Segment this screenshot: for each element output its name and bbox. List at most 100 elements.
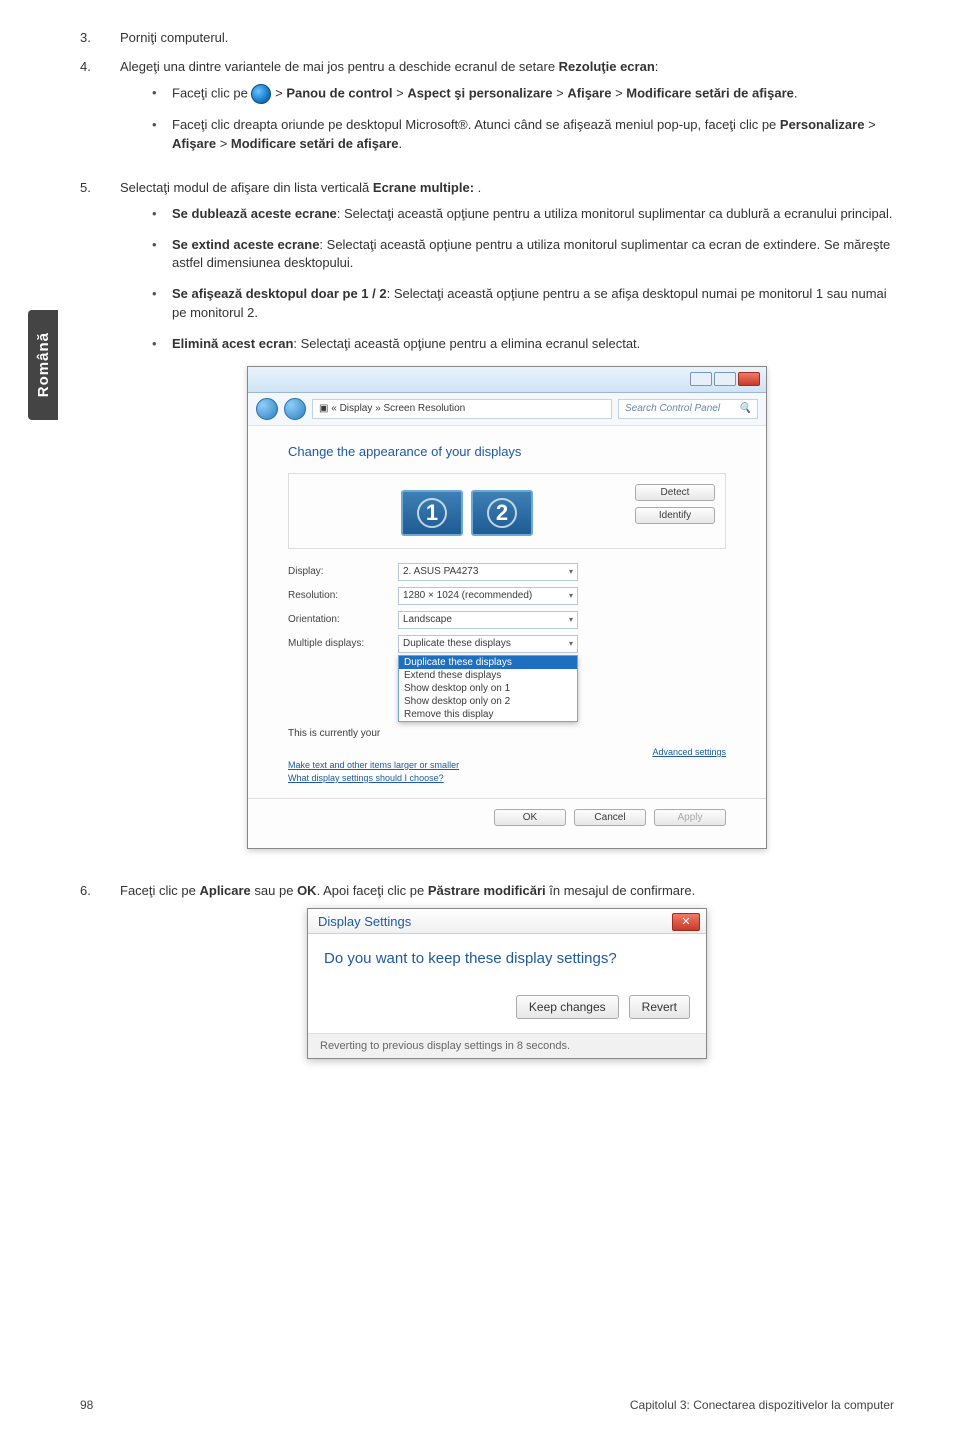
row-resolution: Resolution:1280 × 1024 (recommended)▾ xyxy=(288,587,726,605)
b1-s2: Aspect şi personalizare xyxy=(407,85,552,100)
select-orientation[interactable]: Landscape▾ xyxy=(398,611,578,629)
step-3: 3. Porniţi computerul. xyxy=(80,30,894,45)
page-footer: 98 Capitolul 3: Conectarea dispozitivelo… xyxy=(80,1398,894,1412)
dd-opt-duplicate[interactable]: Duplicate these displays xyxy=(399,656,577,669)
step-5-text-b: . xyxy=(474,180,481,195)
keep-changes-button[interactable]: Keep changes xyxy=(516,995,619,1019)
b1-s3: Afişare xyxy=(567,85,611,100)
forward-button[interactable] xyxy=(284,398,306,420)
b2-dot: . xyxy=(399,136,403,151)
s6-s1: Aplicare xyxy=(199,883,250,898)
dialog-body: Do you want to keep these display settin… xyxy=(308,934,706,1033)
b1-a: Faceţi clic pe xyxy=(172,85,251,100)
step-4-bullet-1: Faceţi clic pe > Panou de control > Aspe… xyxy=(150,84,894,104)
text-size-link[interactable]: Make text and other items larger or smal… xyxy=(288,760,459,770)
dd-opt-remove[interactable]: Remove this display xyxy=(399,708,577,721)
dd-opt-only-2[interactable]: Show desktop only on 2 xyxy=(399,695,577,708)
step-5-body: Selectaţi modul de afişare din lista ver… xyxy=(120,180,894,869)
lbl-display: Display: xyxy=(288,566,398,577)
screen-resolution-window: ▣ « Display » Screen Resolution Search C… xyxy=(247,366,767,849)
s6-s3: Păstrare modificări xyxy=(428,883,546,898)
row-multiple-displays: Multiple displays:Duplicate these displa… xyxy=(288,635,726,653)
val-multiple-displays: Duplicate these displays xyxy=(403,638,511,649)
detect-button[interactable]: Detect xyxy=(635,484,715,501)
select-resolution[interactable]: 1280 × 1024 (recommended) ▾ xyxy=(398,587,578,605)
step-4: 4. Alegeţi una dintre variantele de mai … xyxy=(80,59,894,166)
s5b4-s: Elimină acest ecran xyxy=(172,336,293,351)
main-display-note: This is currently your xyxy=(288,728,726,739)
search-input[interactable]: Search Control Panel🔍 xyxy=(618,399,758,419)
advanced-settings-link[interactable]: Advanced settings xyxy=(652,747,726,757)
step-6-body: Faceţi clic pe Aplicare sau pe OK. Apoi … xyxy=(120,883,894,1069)
s6-c: . Apoi faceţi clic pe xyxy=(317,883,428,898)
s5b4-t: : Selectaţi această opţiune pentru a eli… xyxy=(293,336,640,351)
s6-a: Faceţi clic pe xyxy=(120,883,199,898)
b2-gt2: > xyxy=(216,136,231,151)
b2-gt1: > xyxy=(864,117,875,132)
val-resolution: 1280 × 1024 (recommended) xyxy=(403,590,532,601)
s6-s2: OK xyxy=(297,883,317,898)
step-6-number: 6. xyxy=(80,883,120,1069)
address-bar: ▣ « Display » Screen Resolution Search C… xyxy=(248,393,766,426)
identify-button[interactable]: Identify xyxy=(635,507,715,524)
b1-dot: . xyxy=(794,85,798,100)
dd-opt-extend[interactable]: Extend these displays xyxy=(399,669,577,682)
dialog-buttons: Keep changes Revert xyxy=(324,995,690,1019)
step-5-bullet-2: Se extind aceste ecrane: Selectaţi aceas… xyxy=(150,236,894,274)
monitor-2[interactable]: 2 xyxy=(471,490,533,536)
step-6: 6. Faceţi clic pe Aplicare sau pe OK. Ap… xyxy=(80,883,894,1069)
start-orb-icon xyxy=(251,84,271,104)
what-settings-link[interactable]: What display settings should I choose? xyxy=(288,773,444,783)
step-5-bullet-1: Se dublează aceste ecrane: Selectaţi ace… xyxy=(150,205,894,224)
s6-d: în mesajul de confirmare. xyxy=(546,883,696,898)
b2-s2: Afişare xyxy=(172,136,216,151)
monitors-row: 1 2 Detect Identify xyxy=(288,473,726,549)
revert-button[interactable]: Revert xyxy=(629,995,690,1019)
dd-opt-only-1[interactable]: Show desktop only on 1 xyxy=(399,682,577,695)
row-orientation: Orientation:Landscape▾ xyxy=(288,611,726,629)
close-icon: ✕ xyxy=(681,915,690,928)
dialog-close-button[interactable]: ✕ xyxy=(672,913,700,931)
page-number: 98 xyxy=(80,1398,93,1412)
ok-button[interactable]: OK xyxy=(494,809,566,826)
apply-button[interactable]: Apply xyxy=(654,809,726,826)
b1-gt3: > xyxy=(553,85,568,100)
b1-s4: Modificare setări de afişare xyxy=(626,85,794,100)
dialog-footer: Reverting to previous display settings i… xyxy=(308,1033,706,1058)
advanced-settings-link-wrap: Advanced settings xyxy=(288,745,726,758)
step-4-number: 4. xyxy=(80,59,120,166)
chevron-down-icon: ▾ xyxy=(569,615,573,624)
close-button[interactable] xyxy=(738,372,760,386)
step-4-text-a: Alegeţi una dintre variantele de mai jos… xyxy=(120,59,559,74)
step-5-bullet-4: Elimină acest ecran: Selectaţi această o… xyxy=(150,335,894,354)
multiple-displays-dropdown[interactable]: Duplicate these displays Extend these di… xyxy=(398,655,578,722)
maximize-button[interactable] xyxy=(714,372,736,386)
b1-gt4: > xyxy=(611,85,626,100)
window-action-buttons: OK Cancel Apply xyxy=(288,809,726,826)
breadcrumb[interactable]: ▣ « Display » Screen Resolution xyxy=(312,399,612,419)
lbl-multiple-displays: Multiple displays: xyxy=(288,638,398,649)
cancel-button[interactable]: Cancel xyxy=(574,809,646,826)
page-content: 3. Porniţi computerul. 4. Alegeţi una di… xyxy=(80,0,894,1069)
monitor-1[interactable]: 1 xyxy=(401,490,463,536)
back-button[interactable] xyxy=(256,398,278,420)
b1-s1: Panou de control xyxy=(286,85,392,100)
main-steps: 3. Porniţi computerul. 4. Alegeţi una di… xyxy=(80,30,894,1069)
side-language-label: Română xyxy=(35,332,52,397)
chapter-title: Capitolul 3: Conectarea dispozitivelor l… xyxy=(630,1398,894,1412)
chevron-down-icon: ▾ xyxy=(569,591,573,600)
step-5: 5. Selectaţi modul de afişare din lista … xyxy=(80,180,894,869)
minimize-button[interactable] xyxy=(690,372,712,386)
monitors-preview[interactable]: 1 2 xyxy=(299,484,635,538)
select-multiple-displays[interactable]: Duplicate these displays▾ xyxy=(398,635,578,653)
chevron-down-icon: ▾ xyxy=(569,567,573,576)
b2-s3: Modificare setări de afişare xyxy=(231,136,399,151)
step-4-bullet-2: Faceţi clic dreapta oriunde pe desktopul… xyxy=(150,116,894,154)
side-language-tab: Română xyxy=(28,310,58,420)
select-display[interactable]: 2. ASUS PA4273 ▾ xyxy=(398,563,578,581)
monitor-2-number: 2 xyxy=(487,498,517,528)
search-placeholder: Search Control Panel xyxy=(625,403,720,414)
val-display: 2. ASUS PA4273 xyxy=(403,566,478,577)
window-pane: Change the appearance of your displays 1… xyxy=(248,426,766,848)
step-3-body: Porniţi computerul. xyxy=(120,30,894,45)
